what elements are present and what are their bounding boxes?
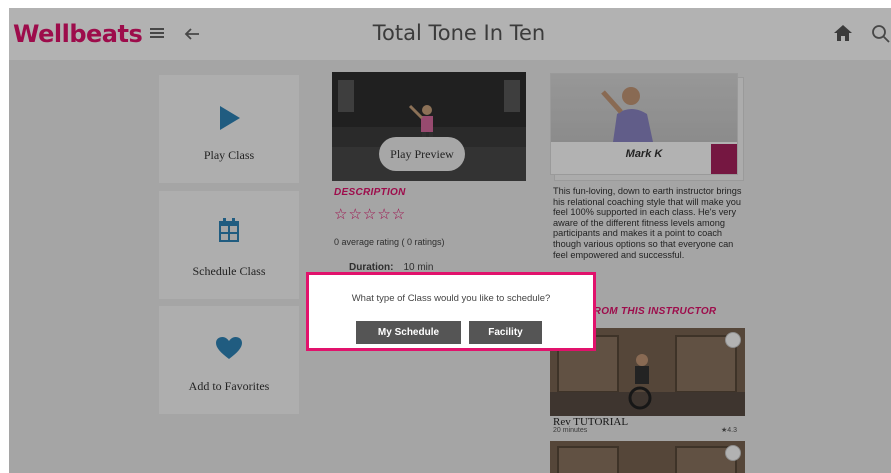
dialog-question: What type of Class would you like to sch… [351,293,551,304]
facility-button[interactable]: Facility [469,321,542,344]
app-viewport: Wellbeats Total Tone In Ten Play Class S… [9,8,891,473]
modal-backdrop[interactable] [9,8,891,473]
schedule-type-dialog: What type of Class would you like to sch… [306,272,596,351]
my-schedule-button[interactable]: My Schedule [356,321,461,344]
